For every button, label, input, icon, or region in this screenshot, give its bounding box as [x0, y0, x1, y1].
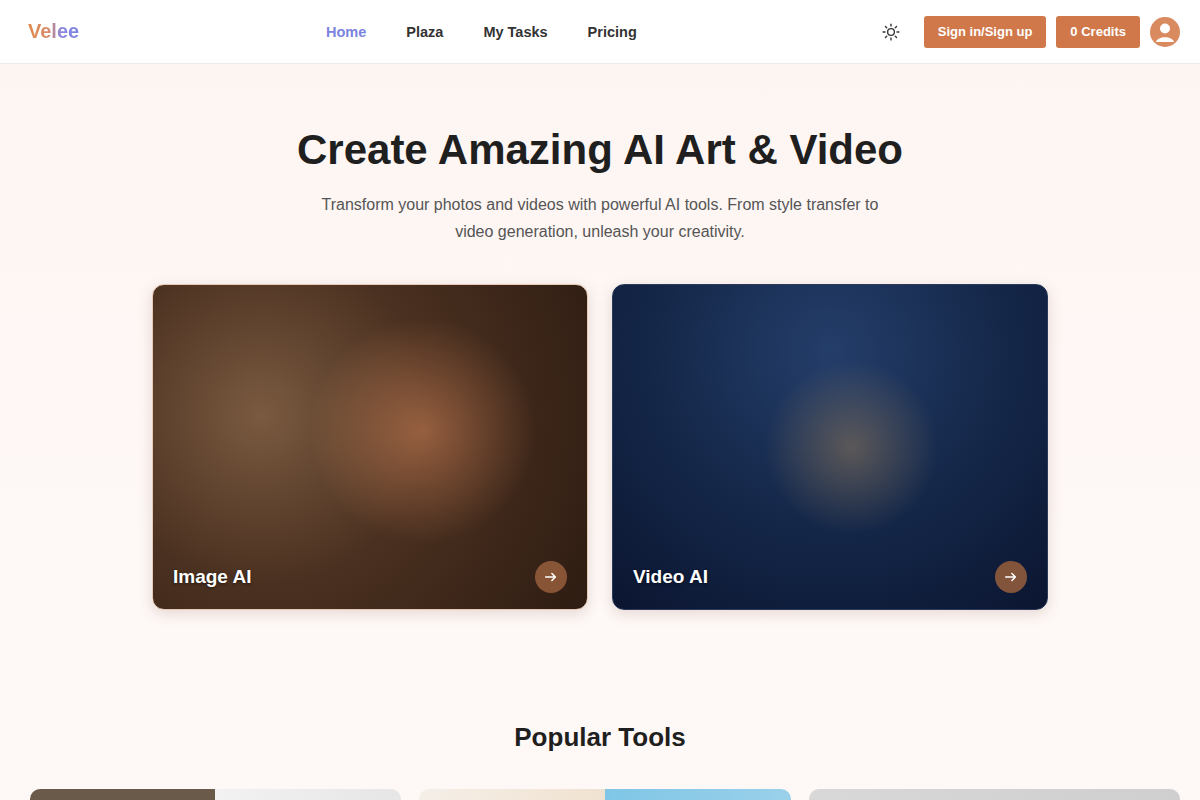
arrow-button[interactable]: [535, 561, 567, 593]
feature-card[interactable]: Image AI: [152, 284, 588, 610]
feature-cards: Image AI Video AI: [152, 284, 1048, 610]
page: Velee Home Plaza My Tasks Pricing Sign in/Sig…: [0, 0, 1200, 800]
hero-title: Create Amazing AI Art & Video: [297, 124, 903, 177]
popular-tools: Popular Tools: [0, 721, 1200, 800]
feature-card[interactable]: Video AI: [612, 284, 1048, 610]
tool-grid: [0, 789, 1200, 800]
logo[interactable]: Velee: [28, 20, 79, 42]
logo-area: Velee: [28, 20, 326, 43]
theme-toggle-button[interactable]: [878, 19, 904, 45]
main-content: Create Amazing AI Art & Video Transform y…: [0, 64, 1200, 800]
hero: Create Amazing AI Art & Video Transform y…: [297, 64, 903, 245]
feature-footer: Video AI: [633, 561, 1027, 593]
credits-button[interactable]: 0 Credits: [1056, 16, 1140, 48]
nav-item[interactable]: Home: [326, 20, 366, 44]
nav-item[interactable]: Plaza: [406, 20, 443, 44]
header-actions: Sign in/Sign up 0 Credits: [878, 16, 1180, 48]
top-bar: Velee Home Plaza My Tasks Pricing Sign in/Sig…: [0, 0, 1200, 64]
sign-in-button[interactable]: Sign in/Sign up: [924, 16, 1047, 48]
nav-item[interactable]: Pricing: [588, 20, 637, 44]
nav-item[interactable]: My Tasks: [483, 20, 547, 44]
feature-label: Video AI: [633, 566, 708, 588]
avatar[interactable]: [1150, 17, 1180, 47]
arrow-right-icon: [1004, 570, 1018, 584]
feature-footer: Image AI: [173, 561, 567, 593]
tool-card[interactable]: [419, 789, 790, 800]
section-title: Popular Tools: [514, 721, 685, 753]
hero-subtitle: Transform your photos and videos with po…: [315, 191, 885, 245]
feature-label: Image AI: [173, 566, 252, 588]
user-icon: [1150, 17, 1180, 47]
arrow-right-icon: [544, 570, 558, 584]
main-nav: Home Plaza My Tasks Pricing: [326, 20, 637, 44]
tool-card[interactable]: [809, 789, 1180, 800]
tool-card[interactable]: [30, 789, 401, 800]
sun-icon: [882, 23, 900, 41]
arrow-button[interactable]: [995, 561, 1027, 593]
